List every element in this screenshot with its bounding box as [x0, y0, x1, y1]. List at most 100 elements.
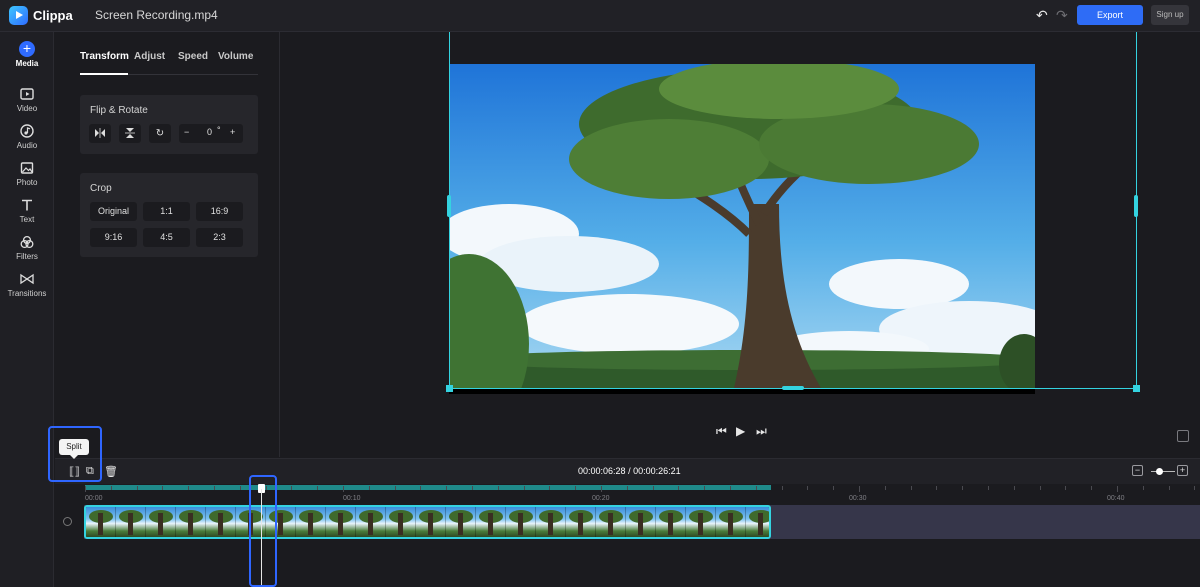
fullscreen-icon[interactable] [1177, 430, 1189, 442]
ruler-tick [601, 486, 602, 492]
ruler-tick [755, 486, 757, 490]
zoom-slider-handle[interactable] [1156, 468, 1163, 475]
ruler-tick [317, 486, 319, 490]
ruler-tick [884, 486, 886, 490]
clip-thumbnail [326, 507, 356, 537]
minus-icon[interactable]: − [184, 127, 189, 137]
flip-rotate-card: Flip & Rotate ↻ − 0 ° + [80, 95, 258, 154]
track-visibility-icon[interactable] [63, 517, 72, 526]
ruler-tick [549, 486, 551, 490]
crop-option-2-3[interactable]: 2:3 [196, 228, 243, 247]
split-tooltip: Split [59, 439, 89, 459]
rotate-icon[interactable]: ↻ [149, 124, 171, 143]
tab-volume[interactable]: Volume [218, 51, 253, 62]
degree-symbol: ° [217, 125, 221, 135]
ruler-tick [110, 486, 112, 490]
ruler-tick [420, 486, 422, 490]
ruler-label-30: 00:30 [849, 495, 867, 502]
clip-thumbnail [566, 507, 596, 537]
delete-icon[interactable]: 🗑 [104, 465, 118, 478]
clip-thumbnail [176, 507, 206, 537]
rail-item-video[interactable]: Video [0, 86, 54, 122]
panel-tabs: Transform Adjust Speed Volume [80, 51, 258, 75]
clip-thumbnail [446, 507, 476, 537]
clip-thumbnail [416, 507, 446, 537]
rail-item-media[interactable]: + Media [0, 41, 54, 77]
ruler-tick [962, 486, 964, 490]
redo-icon[interactable]: ↷ [1056, 7, 1068, 24]
ruler-tick [859, 486, 860, 492]
undo-icon[interactable]: ↶ [1036, 7, 1048, 24]
rail-item-photo[interactable]: Photo [0, 160, 54, 196]
skip-back-icon[interactable]: ⏮ [716, 424, 727, 439]
ruler-tick [575, 486, 577, 490]
resize-handle-bottom-left[interactable] [446, 385, 453, 392]
ruler-tick [291, 486, 293, 490]
ruler-tick [1091, 486, 1093, 490]
sign-up-button[interactable]: Sign up [1151, 5, 1189, 25]
resize-handle-right[interactable] [1134, 195, 1138, 217]
ruler-tick [343, 486, 344, 492]
editor-app: Clippa Screen Recording.mp4 ↶ ↷ Export S… [0, 0, 1200, 587]
time-separator: / [628, 466, 631, 476]
plus-icon[interactable]: + [230, 127, 235, 137]
crop-option-16-9[interactable]: 16:9 [196, 202, 243, 221]
active-tab-indicator [80, 73, 128, 75]
ruler-tick [136, 486, 138, 490]
ruler-tick [1168, 486, 1170, 490]
resize-handle-bottom-right[interactable] [1133, 385, 1140, 392]
transitions-icon [20, 273, 34, 285]
ruler-tick [1142, 486, 1144, 490]
file-name[interactable]: Screen Recording.mp4 [95, 8, 218, 22]
rotation-input[interactable]: − 0 ° + [179, 124, 243, 143]
rail-item-label: Transitions [7, 289, 47, 298]
crop-option-9-16[interactable]: 9:16 [90, 228, 137, 247]
zoom-in-button[interactable]: + [1177, 465, 1188, 476]
rail-item-text[interactable]: Text [0, 197, 54, 233]
rail-item-label: Video [16, 104, 38, 113]
crop-option-1-1[interactable]: 1:1 [143, 202, 190, 221]
ruler-tick [652, 486, 654, 490]
ruler-tick [626, 486, 628, 490]
tab-transform[interactable]: Transform [80, 51, 129, 62]
rail-item-label: Photo [16, 178, 38, 187]
tab-speed[interactable]: Speed [178, 51, 208, 62]
ruler-tick [446, 486, 448, 490]
current-time: 00:00:06:28 [578, 466, 626, 476]
crop-card: Crop Original 1:1 16:9 9:16 4:5 2:3 [80, 173, 258, 257]
flip-horizontal-icon[interactable] [89, 124, 111, 143]
properties-panel: Transform Adjust Speed Volume Flip & Rot… [55, 32, 280, 457]
play-icon[interactable]: ▶ [736, 424, 745, 438]
ruler-tick [988, 486, 989, 490]
ruler-tick [910, 486, 912, 490]
clip-thumbnail [86, 507, 116, 537]
rail-item-transitions[interactable]: Transitions [0, 271, 54, 307]
zoom-slider[interactable] [1151, 471, 1175, 472]
rail-item-filters[interactable]: Filters [0, 234, 54, 270]
total-time: 00:00:26:21 [633, 466, 681, 476]
export-button[interactable]: Export [1077, 5, 1143, 25]
video-clip[interactable] [84, 505, 771, 539]
ruler-label-20: 00:20 [592, 495, 610, 502]
skip-forward-icon[interactable]: ⏭ [756, 424, 767, 439]
crop-option-4-5[interactable]: 4:5 [143, 228, 190, 247]
resize-handle-bottom[interactable] [782, 386, 804, 390]
ruler-label-0: 00:00 [85, 495, 103, 502]
ruler-label-10: 00:10 [343, 495, 361, 502]
tab-adjust[interactable]: Adjust [134, 51, 165, 62]
video-icon [20, 88, 34, 100]
flip-vertical-icon[interactable] [119, 124, 141, 143]
crop-option-original[interactable]: Original [90, 202, 137, 221]
ruler-tick [1013, 486, 1015, 490]
crop-title: Crop [90, 183, 112, 194]
time-display: 00:00:06:28 / 00:00:26:21 [578, 466, 681, 476]
clip-thumbnail [716, 507, 746, 537]
clip-thumbnail [386, 507, 416, 537]
zoom-out-button[interactable]: − [1132, 465, 1143, 476]
rail-item-audio[interactable]: Audio [0, 123, 54, 159]
video-preview-image[interactable] [449, 64, 1035, 388]
ruler-tick [833, 486, 835, 490]
clip-thumbnail [206, 507, 236, 537]
resize-handle-left[interactable] [447, 195, 451, 217]
clip-thumbnail [476, 507, 506, 537]
